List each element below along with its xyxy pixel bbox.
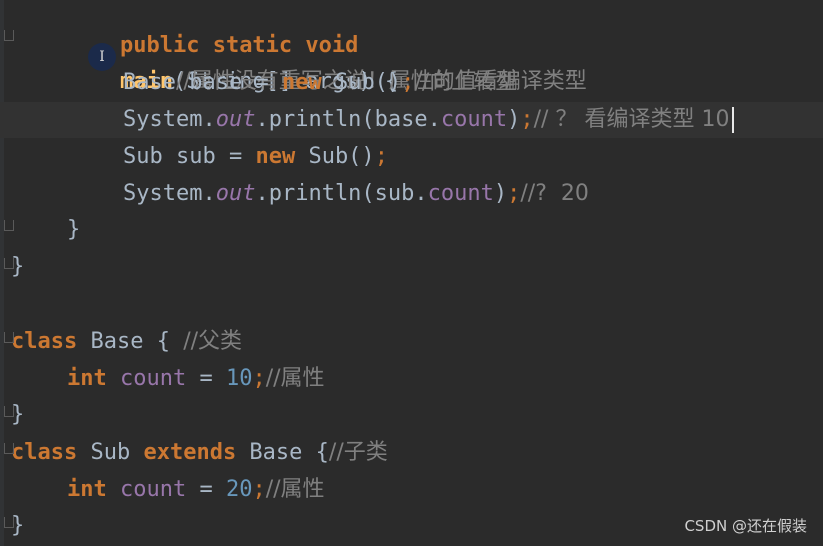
field-ref: count: [440, 107, 508, 132]
comment-text: //父类: [183, 329, 243, 354]
semicolon: ;: [374, 144, 388, 169]
number-literal: 20: [225, 477, 253, 502]
class-name: Sub: [77, 440, 144, 465]
keyword-int: int: [67, 477, 107, 502]
constructor-call: Sub(): [295, 144, 375, 169]
fold-marker-icon[interactable]: [4, 220, 14, 231]
comment-text: //向上转型: [414, 70, 518, 95]
comment-text: //子类: [328, 440, 388, 465]
fold-marker-icon[interactable]: [4, 30, 14, 41]
close-paren: ): [507, 107, 521, 132]
method-call: .println(sub.: [255, 181, 428, 206]
fold-marker-icon[interactable]: [4, 258, 14, 269]
semicolon: ;: [252, 477, 266, 502]
fold-marker-icon[interactable]: [4, 332, 14, 343]
number-literal: 10: [225, 366, 253, 391]
method-call: .println(base.: [255, 107, 441, 132]
variable-decl: Sub sub =: [123, 144, 256, 169]
class-ref: System.: [123, 181, 216, 206]
comment-text: //? 20: [520, 181, 589, 206]
fold-marker-icon[interactable]: [4, 517, 14, 528]
keyword-new: new: [281, 70, 322, 95]
code-line-print-sub[interactable]: System.out.println(sub.count);//? 20: [123, 176, 589, 212]
code-line-comment[interactable]: //属性没有重写之说！属性的值看编译类型: [123, 28, 587, 94]
text-cursor-icon: I: [88, 43, 116, 71]
code-editor[interactable]: public static void main(String[] args) {…: [0, 0, 823, 546]
code-line-close-method[interactable]: }: [67, 212, 80, 248]
field-name: count: [106, 366, 187, 391]
watermark: CSDN @还在假装: [684, 517, 807, 535]
fold-marker-icon[interactable]: [4, 406, 14, 417]
code-line-sub-decl[interactable]: Sub sub = new Sub();: [123, 139, 388, 175]
code-line-base-decl[interactable]: Base base = new Sub();//向上转型: [123, 65, 517, 101]
semicolon: ;: [507, 181, 521, 206]
assign-op: =: [186, 366, 226, 391]
class-ref: System.: [123, 107, 216, 132]
keyword-class: class: [11, 329, 78, 354]
closing-brace: }: [67, 217, 81, 242]
keyword-extends: extends: [143, 440, 237, 465]
static-field-out: out: [215, 181, 256, 206]
field-name: count: [106, 477, 187, 502]
code-line-base-field[interactable]: int count = 10;//属性: [67, 361, 325, 397]
comment-text: // ？ 看编译类型 10: [533, 107, 730, 132]
assign-op: =: [186, 477, 226, 502]
semicolon: ;: [401, 70, 415, 95]
code-line-print-base[interactable]: System.out.println(base.count);// ？ 看编译类…: [123, 102, 729, 138]
code-line-class-base[interactable]: class Base { //父类: [11, 324, 242, 360]
code-line-sub-field[interactable]: int count = 20;//属性: [67, 472, 325, 508]
editor-gutter: [0, 0, 4, 546]
comment-text: //属性: [265, 477, 325, 502]
fold-marker-icon[interactable]: [4, 443, 14, 454]
semicolon: ;: [520, 107, 534, 132]
static-field-out: out: [215, 107, 256, 132]
keyword-int: int: [67, 366, 107, 391]
variable-decl: Base base =: [123, 70, 282, 95]
superclass-name: Base {: [236, 440, 329, 465]
keyword-new: new: [255, 144, 296, 169]
close-paren: ): [493, 181, 508, 206]
semicolon: ;: [252, 366, 266, 391]
code-line-class-sub[interactable]: class Sub extends Base {//子类: [11, 435, 388, 471]
keyword-class: class: [11, 440, 78, 465]
field-ref: count: [427, 181, 494, 206]
text-caret: [732, 107, 734, 133]
code-line-main-signature[interactable]: public static void main(String[] args) {: [67, 0, 398, 94]
constructor-call: Sub(): [321, 70, 402, 95]
class-name: Base {: [77, 329, 184, 354]
comment-text: //属性: [265, 366, 325, 391]
